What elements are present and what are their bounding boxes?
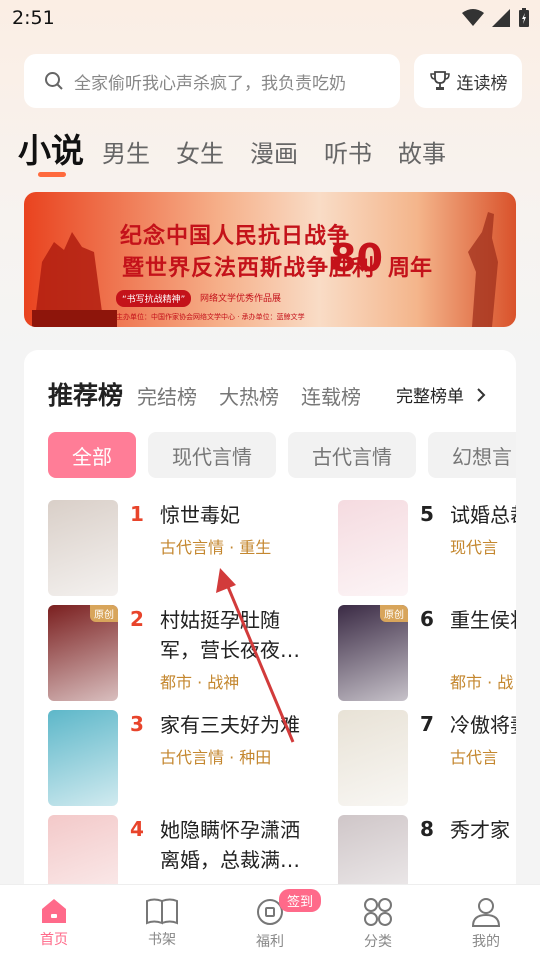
checkin-badge[interactable]: 签到	[279, 889, 322, 912]
wifi-icon	[462, 9, 484, 26]
full-list-link[interactable]: 完整榜单	[396, 382, 486, 407]
book-cover[interactable]: 原创	[338, 605, 408, 701]
category-tabs: 小说 男生 女生 漫画 听书 故事	[18, 124, 472, 172]
book-title[interactable]: 冷傲将妻	[450, 710, 516, 740]
original-badge: 原创	[380, 605, 408, 622]
active-tab-indicator	[38, 172, 66, 177]
rank-number: 5	[420, 502, 434, 526]
search-placeholder: 全家偷听我心声杀疯了，我负责吃奶	[74, 73, 346, 94]
nav-welfare-label: 福利	[256, 934, 284, 950]
nav-bookshelf-label: 书架	[148, 932, 176, 948]
book-title[interactable]: 秀才家	[450, 815, 516, 845]
banner-number: 80	[330, 236, 383, 280]
battery-icon	[519, 8, 529, 27]
book-row[interactable]: 原创 6 重生侯将军挌都市 · 战	[338, 605, 516, 703]
trophy-icon	[429, 71, 450, 90]
statue-illustration	[32, 232, 117, 327]
rank-number: 6	[420, 607, 434, 631]
rank-number: 2	[130, 607, 144, 631]
signal-icon	[492, 9, 510, 27]
nav-category-label: 分类	[364, 934, 392, 950]
banner-organizer: 主办单位：中国作家协会网络文学中心 · 承办单位：蓝鲸文学	[116, 313, 305, 321]
banner-line-1: 纪念中国人民抗日战争	[120, 224, 351, 249]
tab-serial[interactable]: 连载榜	[301, 381, 361, 410]
book-tags: 古代言	[450, 748, 499, 767]
full-list-label: 完整榜单	[396, 387, 464, 407]
book-icon	[146, 898, 178, 925]
book-title[interactable]: 试婚总裁boss,	[450, 500, 516, 530]
soldier-illustration	[468, 212, 498, 327]
nav-profile-label: 我的	[472, 934, 500, 950]
book-title[interactable]: 惊世毒妃	[160, 500, 310, 530]
rank-number: 8	[420, 817, 434, 841]
user-icon	[471, 898, 501, 927]
tab-completed[interactable]: 完结榜	[137, 381, 197, 410]
tab-hot[interactable]: 大热榜	[219, 381, 279, 410]
chip-fantasy-romance[interactable]: 幻想言	[428, 432, 516, 478]
banner-pill-suffix: 网络文学优秀作品展	[200, 294, 282, 304]
tab-story[interactable]: 故事	[398, 134, 446, 169]
chip-modern-romance[interactable]: 现代言情	[148, 432, 276, 478]
book-row[interactable]: 3 家有三夫好为难古代言情 · 种田	[48, 710, 328, 808]
reading-rank-label: 连读榜	[456, 73, 508, 94]
nav-profile[interactable]: 我的	[432, 885, 540, 960]
tab-comics[interactable]: 漫画	[250, 134, 298, 169]
nav-home[interactable]: 首页	[0, 885, 108, 960]
search-icon	[45, 72, 63, 90]
chip-ancient-romance[interactable]: 古代言情	[288, 432, 416, 478]
banner-suffix: 周年	[388, 256, 433, 281]
rank-number: 3	[130, 712, 144, 736]
tab-recommended[interactable]: 推荐榜	[48, 376, 123, 412]
ranking-card: 推荐榜 完结榜 大热榜 连载榜 完整榜单 全部 现代言情 古代言情 幻想言 1惊…	[24, 350, 516, 910]
book-tags: 现代言	[450, 538, 499, 557]
search-bar[interactable]: 全家偷听我心声杀疯了，我负责吃奶	[24, 54, 400, 108]
nav-home-label: 首页	[40, 932, 68, 948]
rank-number: 4	[130, 817, 144, 841]
banner-pill: “书写抗战精神”	[116, 290, 192, 307]
book-title[interactable]: 她隐瞒怀孕潇洒离婚，总裁满…	[160, 815, 310, 875]
tab-male[interactable]: 男生	[102, 134, 150, 169]
book-cover[interactable]	[338, 710, 408, 806]
nav-welfare[interactable]: 福利 签到	[216, 885, 324, 960]
book-row[interactable]: 7 冷傲将妻古代言	[338, 710, 516, 808]
book-cover[interactable]	[48, 710, 118, 806]
book-row[interactable]: 原创 2 村姑挺孕肚随军，营长夜夜… 都市 · 战神	[48, 605, 328, 703]
book-tags: 都市 · 战	[450, 673, 514, 692]
ranking-tabs: 推荐榜 完结榜 大热榜 连载榜	[48, 376, 383, 412]
grid-icon	[364, 898, 392, 926]
book-tags: 都市 · 战神	[160, 673, 240, 692]
book-row[interactable]: 5 试婚总裁boss, 现代言	[338, 500, 516, 598]
nav-category[interactable]: 分类	[324, 885, 432, 960]
bottom-nav: 首页 书架 福利 签到 分类 我的	[0, 884, 540, 960]
book-cover[interactable]: 原创	[48, 605, 118, 701]
book-tags: 古代言情 · 重生	[160, 538, 272, 557]
rank-number: 1	[130, 502, 144, 526]
tab-female[interactable]: 女生	[176, 134, 224, 169]
tab-audiobook[interactable]: 听书	[324, 134, 372, 169]
book-title[interactable]: 重生侯将军挌	[450, 605, 516, 635]
chip-all[interactable]: 全部	[48, 432, 136, 478]
book-title[interactable]: 家有三夫好为难	[160, 710, 310, 740]
status-icons	[462, 8, 530, 28]
book-tags: 古代言情 · 种田	[160, 748, 272, 767]
chevron-right-icon	[477, 387, 486, 402]
genre-chips: 全部 现代言情 古代言情 幻想言	[48, 432, 516, 478]
tab-novel[interactable]: 小说	[18, 124, 84, 172]
home-icon	[42, 899, 66, 923]
promo-banner[interactable]: 纪念中国人民抗日战争 暨世界反法西斯战争胜利 80 周年 “书写抗战精神” 网络…	[24, 192, 516, 327]
reading-rank-button[interactable]: 连读榜	[414, 54, 522, 108]
book-title[interactable]: 村姑挺孕肚随军，营长夜夜…	[160, 605, 310, 665]
status-time: 2:51	[12, 7, 55, 29]
status-bar: 2:51	[0, 0, 540, 38]
book-row[interactable]: 1 惊世毒妃古代言情 · 重生	[48, 500, 328, 598]
book-cover[interactable]	[48, 500, 118, 596]
nav-bookshelf[interactable]: 书架	[108, 885, 216, 960]
book-cover[interactable]	[338, 500, 408, 596]
rank-number: 7	[420, 712, 434, 736]
original-badge: 原创	[90, 605, 118, 622]
